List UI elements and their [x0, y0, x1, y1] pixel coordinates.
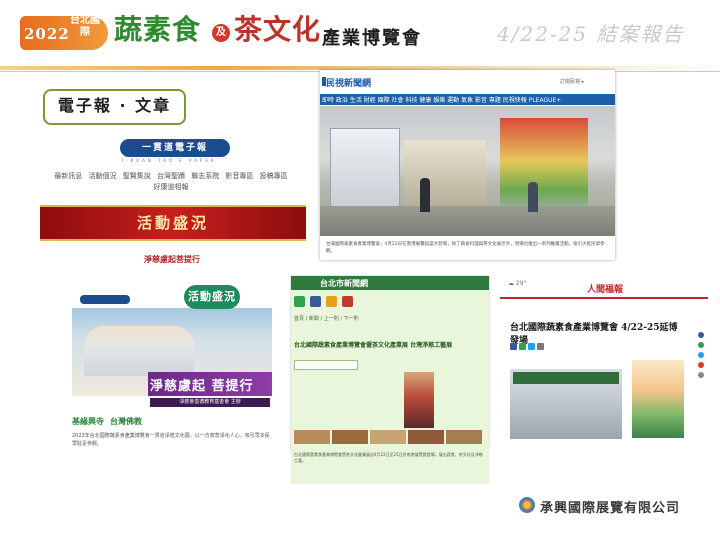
company-name: 承興國際展覽有限公司 [540, 501, 681, 516]
facebook-icon[interactable] [698, 332, 704, 338]
event-title-part1: 蔬素食 [114, 13, 202, 46]
taipei-article-photo [404, 372, 434, 428]
taipei-site-name: 台北市新聞網 [320, 279, 368, 288]
line-icon[interactable] [519, 343, 526, 350]
twitter-icon[interactable] [528, 343, 535, 350]
side-share-bar [698, 332, 706, 392]
volunteers-group [84, 326, 194, 376]
newsletter-nav-row2[interactable]: 好康道相報 [48, 182, 294, 192]
visitor-figure [420, 178, 430, 212]
ftv-site-name: 民視新聞網 [326, 79, 372, 89]
thumb-photo[interactable] [408, 430, 444, 444]
share-icons [294, 296, 358, 308]
article-badge: 活動盛況 [184, 285, 240, 309]
merit-times-nav-line [500, 297, 708, 299]
event-title-and: 及 [212, 24, 230, 42]
weather-widget: ☁ 29° [508, 280, 527, 287]
report-title: 4/22-25 結案報告 [497, 22, 685, 46]
share-icon[interactable] [537, 343, 544, 350]
facebook-icon[interactable] [510, 343, 517, 350]
line-icon[interactable] [294, 296, 305, 307]
company-logo-icon [519, 497, 535, 513]
social-share-row [510, 343, 550, 351]
event-subtitle: 產業博覽會 [322, 28, 422, 49]
merit-times-logo[interactable]: 人間福報 [587, 282, 623, 295]
thumb-photo[interactable] [332, 430, 368, 444]
twitter-icon[interactable] [698, 352, 704, 358]
hall-floor [320, 206, 615, 236]
article-banner-sub: 淨慈會善德教育基金會 主辦 [150, 398, 270, 407]
font-size-control[interactable] [294, 360, 358, 370]
event-year: 2022 [24, 25, 70, 43]
thumb-photo[interactable] [370, 430, 406, 444]
ftv-nav-items[interactable]: 即時 政治 生活 財經 國際 社會 科技 健康 娛樂 運動 氣象 影音 專題 民… [322, 95, 613, 104]
booth-right [500, 118, 588, 214]
photo-strip [294, 430, 484, 444]
article-body: 2022年台北國際蔬素食產業博覽會一貫道淨慈文化展，以一方慈悲淨化人心，吸引眾多… [72, 433, 270, 447]
newsletter-logo-sub: I-KUAN TAO E PAPER [122, 158, 217, 163]
expo-poster-ad[interactable] [632, 360, 684, 438]
taipei-article-title: 台北國際蔬素食產業博覽會暨茶文化產業展 台灣淨慈工藝展 [294, 342, 453, 349]
article-masthead [80, 295, 130, 304]
newsletter-nav[interactable]: 最新訊息 活動個況 聖賢集說 台灣聖蹟 聯志系院 影音專區 投稿專區 [48, 171, 294, 181]
article-tag-b[interactable]: 台灣佛教 [110, 416, 142, 427]
expo-entrance-sign [513, 372, 619, 384]
newsletter-article-link[interactable]: 淨慈慮起菩提行 [144, 254, 200, 265]
event-title-part2: 茶文化 [234, 13, 322, 46]
taipei-article-body: 台北國際蔬素食產業博覽會暨茶文化產業展自4月22日至25日於南港展覽館登場，展出… [294, 452, 483, 463]
thumb-photo[interactable] [446, 430, 482, 444]
newsletter-banner-title: 活動盛況 [136, 214, 209, 232]
plurk-icon[interactable] [326, 296, 337, 307]
event-city: 台北國際 [70, 15, 100, 38]
print-icon[interactable] [342, 296, 353, 307]
section-label: 電子報 · 文章 [57, 96, 172, 115]
line-icon[interactable] [698, 342, 704, 348]
email-icon[interactable] [698, 372, 704, 378]
plurk-icon[interactable] [698, 362, 704, 368]
taipei-breadcrumb[interactable]: 首頁 / 新聞 / 上一則 / 下一則 [294, 316, 484, 323]
facebook-icon[interactable] [310, 296, 321, 307]
article-tag-a[interactable]: 基緣興寺 [72, 416, 104, 427]
thumb-photo[interactable] [294, 430, 330, 444]
booth-center [404, 140, 486, 206]
ftv-caption: 台灣國際蔬素食產業博覽會，4月22日在南港展覽館盛大登場，除了蔬食料理與茶文化展… [326, 242, 605, 254]
booth-left [330, 128, 400, 208]
ftv-subscribe[interactable]: 訂閱民視 ▸ [560, 78, 584, 85]
newsletter-logo-text: 一貫道電子報 [141, 143, 208, 153]
article-banner-title: 淨慈慮起 菩提行 [150, 379, 254, 394]
visitor-figure [528, 182, 538, 212]
